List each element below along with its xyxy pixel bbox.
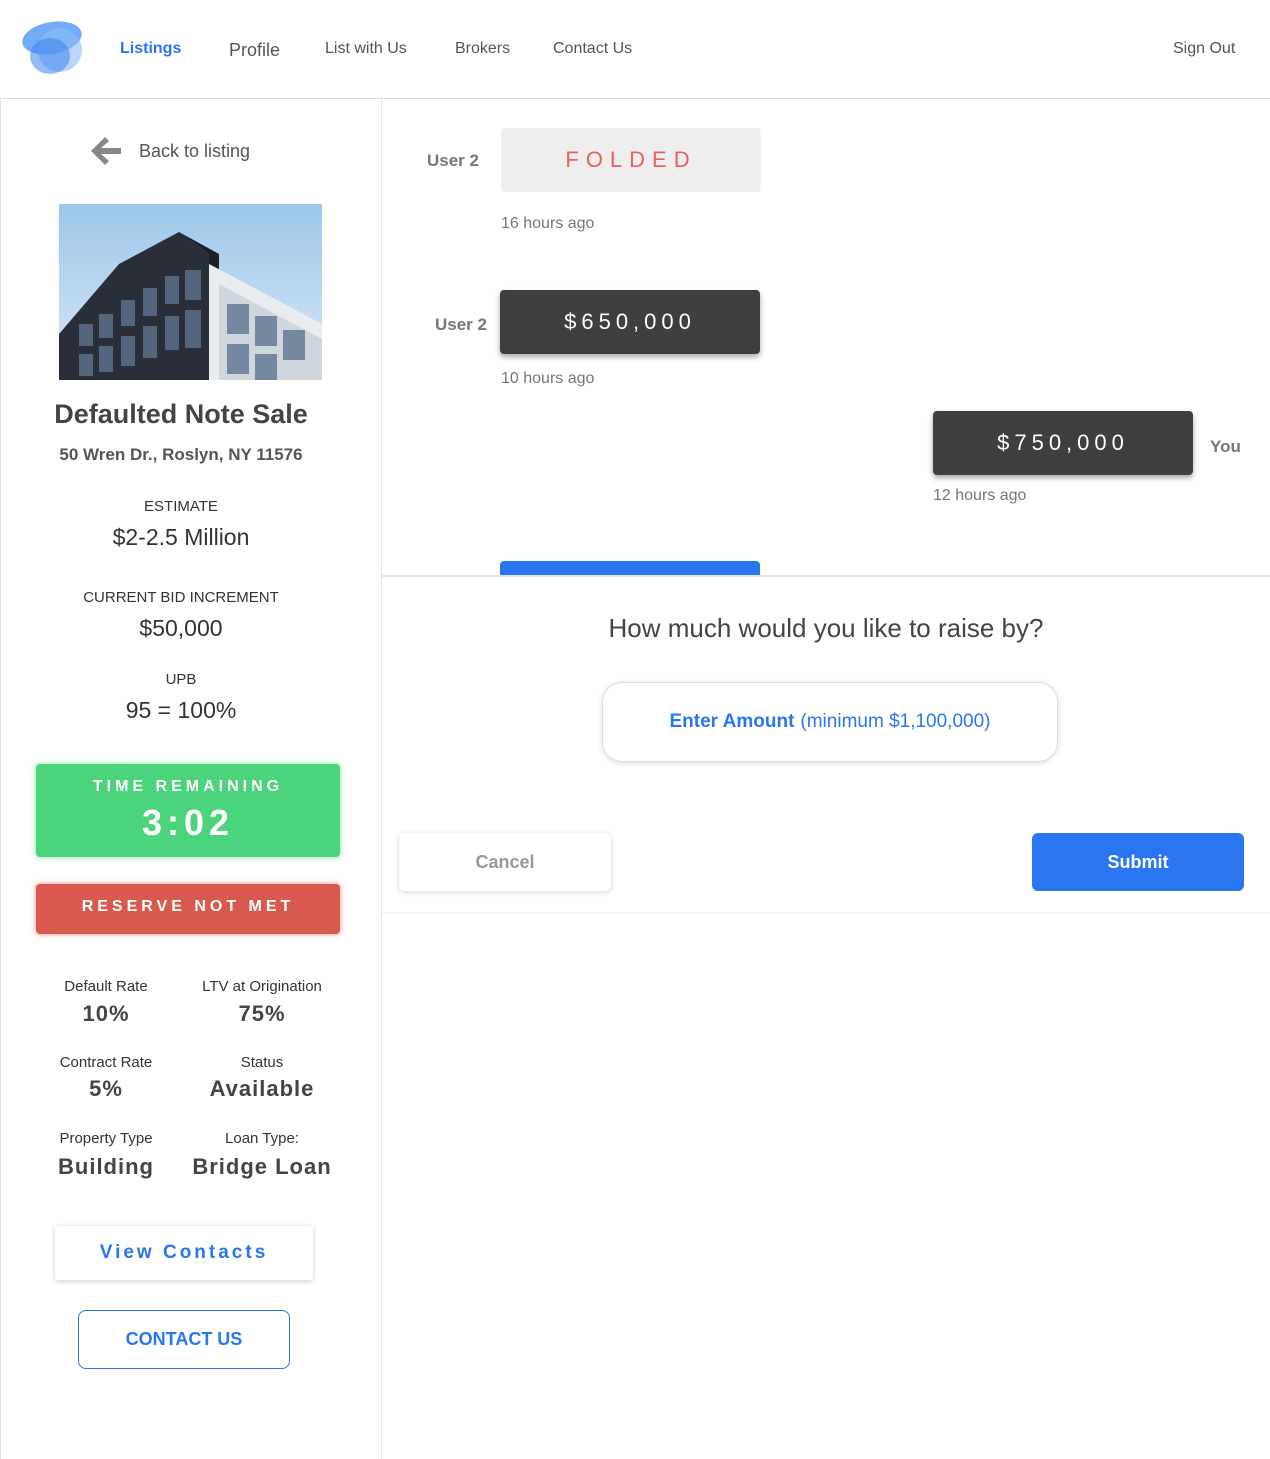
bid-partial	[500, 561, 760, 575]
submit-button[interactable]: Submit	[1032, 833, 1244, 891]
raise-bid-dialog: How much would you like to raise by? Ent…	[382, 575, 1270, 913]
property-type-value: Building	[58, 1154, 154, 1179]
bid-amount: $650,000	[500, 290, 760, 354]
back-to-listing-link[interactable]: Back to listing	[89, 135, 250, 167]
time-remaining-box: TIME REMAINING 3:02	[36, 764, 340, 857]
contact-us-button[interactable]: CONTACT US	[78, 1310, 290, 1369]
contract-rate-value: 5%	[89, 1076, 123, 1101]
listing-title: Defaulted Note Sale	[54, 399, 308, 429]
bid-time: 12 hours ago	[933, 487, 1027, 504]
default-rate-label: Default Rate	[64, 978, 148, 995]
nav-contact-us[interactable]: Contact Us	[553, 40, 632, 58]
time-remaining-value: 3:02	[141, 802, 235, 843]
ltv-value: 75%	[238, 1001, 286, 1026]
property-photo	[59, 204, 322, 380]
upb-value: 95 = 100%	[125, 697, 237, 723]
bid-history-panel: User 2 FOLDED 16 hours ago User 2 $650,0…	[382, 99, 1270, 1459]
loan-type-value: Bridge Loan	[192, 1154, 332, 1179]
amount-input-hint: (minimum $1,100,000)	[800, 711, 991, 732]
estimate-value: $2-2.5 Million	[112, 524, 250, 550]
status-value: Available	[209, 1076, 315, 1101]
raise-question: How much would you like to raise by?	[608, 613, 1044, 643]
amount-input-label: Enter Amount	[669, 711, 795, 732]
back-label: Back to listing	[139, 140, 251, 161]
bid-increment-value: $50,000	[139, 615, 223, 641]
status-label: Status	[240, 1054, 284, 1071]
nav-listings[interactable]: Listings	[120, 40, 181, 58]
upb-label: UPB	[165, 671, 197, 688]
estimate-label: ESTIMATE	[144, 498, 218, 515]
nav-sign-out[interactable]: Sign Out	[1173, 40, 1235, 58]
loan-type-label: Loan Type:	[225, 1130, 299, 1147]
raise-amount-input[interactable]: Enter Amount (minimum $1,100,000)	[602, 682, 1058, 762]
listing-address: 50 Wren Dr., Roslyn, NY 11576	[59, 445, 303, 464]
reserve-status-badge: RESERVE NOT MET	[36, 884, 340, 934]
bid-time: 10 hours ago	[501, 370, 595, 387]
cancel-button[interactable]: Cancel	[399, 833, 611, 891]
property-type-label: Property Type	[59, 1130, 153, 1147]
nav-brokers[interactable]: Brokers	[455, 40, 510, 58]
bid-folded: FOLDED	[501, 128, 761, 192]
view-contacts-button[interactable]: View Contacts	[55, 1226, 313, 1280]
listing-sidebar: Back to listing Defaulted Note Sale 50 W…	[0, 99, 382, 1459]
bid-user-label-you: You	[1210, 437, 1241, 456]
arrow-left-icon	[91, 137, 121, 165]
bid-user-label: User 2	[435, 315, 487, 334]
time-remaining-label: TIME REMAINING	[92, 778, 284, 795]
bid-increment-label: CURRENT BID INCREMENT	[83, 589, 279, 606]
nav-profile[interactable]: Profile	[229, 40, 280, 61]
brand-logo-icon[interactable]	[20, 16, 90, 76]
nav-list-with-us[interactable]: List with Us	[325, 40, 407, 58]
building-illustration	[59, 204, 322, 380]
default-rate-value: 10%	[82, 1001, 130, 1026]
bid-time: 16 hours ago	[501, 215, 595, 232]
ltv-label: LTV at Origination	[202, 978, 322, 995]
bid-user-label: User 2	[427, 151, 479, 170]
contract-rate-label: Contract Rate	[59, 1054, 153, 1071]
top-nav: Listings Profile List with Us Brokers Co…	[0, 0, 1270, 99]
bid-amount-own: $750,000	[933, 411, 1193, 475]
